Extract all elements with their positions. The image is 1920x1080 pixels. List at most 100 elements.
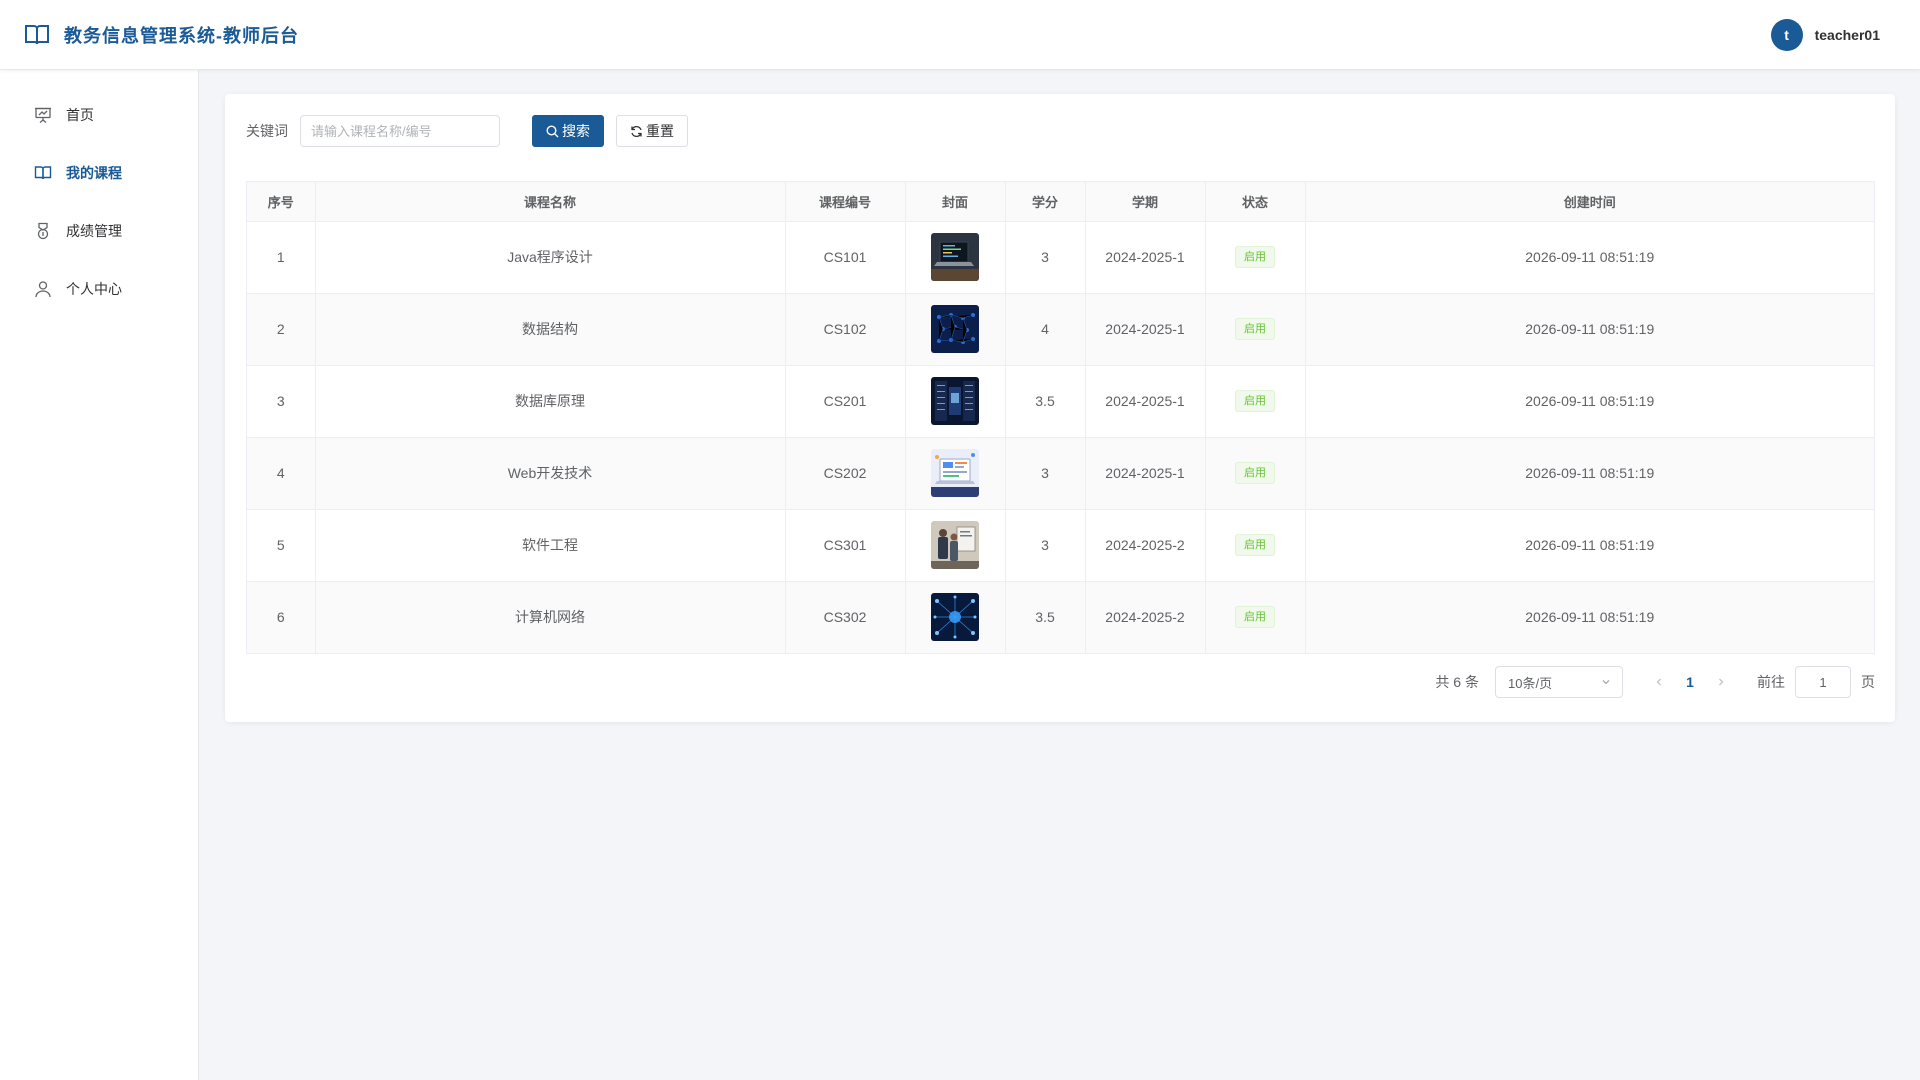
cell-course-code: CS302 — [785, 581, 906, 653]
cell-cover — [905, 581, 1006, 653]
column-header: 状态 — [1205, 182, 1306, 222]
avatar[interactable]: t — [1770, 18, 1803, 51]
cell-created-time: 2026-09-11 08:51:19 — [1305, 581, 1874, 653]
cover-image-team-meeting[interactable] — [931, 521, 979, 569]
status-badge: 启用 — [1235, 606, 1275, 629]
cell-created-time: 2026-09-11 08:51:19 — [1305, 509, 1874, 582]
column-header: 创建时间 — [1305, 182, 1874, 222]
column-header: 学分 — [1005, 182, 1086, 222]
cell-credit: 3.5 — [1005, 365, 1086, 438]
sidebar-item-label: 成绩管理 — [66, 223, 122, 239]
cell-index: 6 — [247, 581, 316, 653]
table-row[interactable]: 6 计算机网络 CS302 3.5 2024-2025-2 启用 2026-09… — [247, 581, 1874, 653]
column-header: 封面 — [905, 182, 1006, 222]
chevron-right-icon — [1719, 678, 1724, 686]
sidebar-item-label: 我的课程 — [66, 165, 122, 181]
cell-cover — [905, 437, 1006, 510]
cell-cover — [905, 365, 1006, 438]
cell-course-code: CS201 — [785, 365, 906, 438]
username[interactable]: teacher01 — [1815, 27, 1880, 43]
cover-image-network-globe[interactable] — [931, 593, 979, 642]
cell-credit: 3.5 — [1005, 581, 1086, 653]
prev-page-button[interactable] — [1645, 674, 1673, 690]
page-size-value: 10条/页 — [1508, 675, 1553, 691]
user-menu[interactable]: t teacher01 — [1770, 18, 1880, 51]
sidebar-item-my-courses[interactable]: 我的课程 — [0, 144, 198, 202]
cell-credit: 3 — [1005, 437, 1086, 510]
sidebar-item-grades[interactable]: 成绩管理 — [0, 202, 198, 260]
cell-created-time: 2026-09-11 08:51:19 — [1305, 365, 1874, 438]
pagination-total: 共 6 条 — [1435, 674, 1479, 690]
cell-status: 启用 — [1205, 365, 1306, 438]
cell-cover — [905, 221, 1006, 294]
goto-label: 前往 — [1757, 674, 1785, 690]
cell-index: 1 — [247, 221, 316, 294]
brand: 教务信息管理系统-教师后台 — [24, 22, 299, 48]
status-badge: 启用 — [1235, 318, 1275, 340]
column-header: 序号 — [247, 182, 316, 222]
table-row[interactable]: 4 Web开发技术 CS202 3 2024-2025-1 启用 2026-09… — [247, 437, 1874, 510]
cell-course-name: 数据结构 — [315, 293, 786, 366]
cell-cover — [905, 293, 1006, 366]
cell-course-name: 计算机网络 — [315, 581, 786, 653]
cell-status: 启用 — [1205, 437, 1306, 510]
cell-term: 2024-2025-1 — [1085, 365, 1206, 438]
sidebar-item-label: 首页 — [66, 107, 94, 123]
table-row[interactable]: 1 Java程序设计 CS101 3 2024-2025-1 启用 2026-0… — [247, 221, 1874, 294]
book-logo-icon — [25, 24, 49, 44]
table-row[interactable]: 3 数据库原理 CS201 3.5 2024-2025-1 启用 2026-09… — [247, 365, 1874, 438]
medal-icon — [37, 222, 49, 240]
chevron-down-icon — [1602, 680, 1610, 685]
goto-unit-label: 页 — [1861, 674, 1875, 690]
sidebar-item-home[interactable]: 首页 — [0, 86, 198, 144]
cell-index: 2 — [247, 293, 316, 366]
cell-status: 启用 — [1205, 293, 1306, 366]
presentation-icon — [35, 107, 51, 123]
course-list-card: 关键词 搜索 重置 序 — [225, 94, 1895, 722]
cell-term: 2024-2025-1 — [1085, 293, 1206, 366]
table-row[interactable]: 5 软件工程 CS301 3 2024-2025-2 启用 2026-09-11… — [247, 509, 1874, 582]
goto-page-input[interactable] — [1795, 666, 1851, 698]
cell-status: 启用 — [1205, 581, 1306, 653]
column-header: 课程名称 — [315, 182, 786, 222]
reset-button[interactable]: 重置 — [616, 115, 688, 147]
cover-image-laptop-code[interactable] — [931, 233, 979, 281]
cover-image-server-room[interactable] — [931, 377, 979, 425]
page-number-current[interactable]: 1 — [1673, 674, 1707, 690]
course-table: 序号 课程名称 课程编号 封面 学分 学期 状态 创建时间 1 Java程序设计… — [246, 181, 1875, 654]
cell-index: 3 — [247, 365, 316, 438]
cell-index: 4 — [247, 437, 316, 510]
cell-course-code: CS301 — [785, 509, 906, 582]
cell-term: 2024-2025-2 — [1085, 581, 1206, 653]
cell-credit: 3 — [1005, 221, 1086, 294]
sidebar-item-profile[interactable]: 个人中心 — [0, 260, 198, 318]
top-header: 教务信息管理系统-教师后台 t teacher01 — [0, 0, 1920, 70]
cell-course-name: Web开发技术 — [315, 437, 786, 510]
cell-course-code: CS202 — [785, 437, 906, 510]
cover-image-network-grid[interactable] — [931, 305, 979, 353]
refresh-icon — [631, 125, 642, 137]
cell-course-name: 软件工程 — [315, 509, 786, 582]
app-title: 教务信息管理系统-教师后台 — [64, 25, 299, 46]
cover-image-web-dashboard[interactable] — [931, 449, 979, 497]
keyword-input[interactable] — [300, 115, 500, 147]
user-icon — [35, 281, 51, 298]
sidebar: 首页 我的课程 成绩管理 个人中心 — [0, 70, 199, 1080]
search-button-label: 搜索 — [562, 123, 590, 139]
search-button[interactable]: 搜索 — [532, 115, 604, 147]
cell-credit: 4 — [1005, 293, 1086, 366]
status-badge: 启用 — [1235, 534, 1275, 556]
pagination: 共 6 条 10条/页 1 前往 页 — [1435, 666, 1875, 698]
reset-button-label: 重置 — [646, 123, 674, 139]
search-bar: 关键词 搜索 重置 — [246, 115, 688, 147]
book-icon — [34, 166, 52, 180]
page-size-select[interactable]: 10条/页 — [1495, 666, 1623, 698]
status-badge: 启用 — [1235, 462, 1275, 484]
cell-index: 5 — [247, 509, 316, 582]
table-header-row: 序号 课程名称 课程编号 封面 学分 学期 状态 创建时间 — [247, 182, 1874, 222]
column-header: 学期 — [1085, 182, 1206, 222]
next-page-button[interactable] — [1707, 674, 1735, 690]
table-row[interactable]: 2 数据结构 CS102 4 2024-2025-1 启用 2026-09-11… — [247, 293, 1874, 366]
column-header: 课程编号 — [785, 182, 906, 222]
status-badge: 启用 — [1235, 246, 1275, 268]
